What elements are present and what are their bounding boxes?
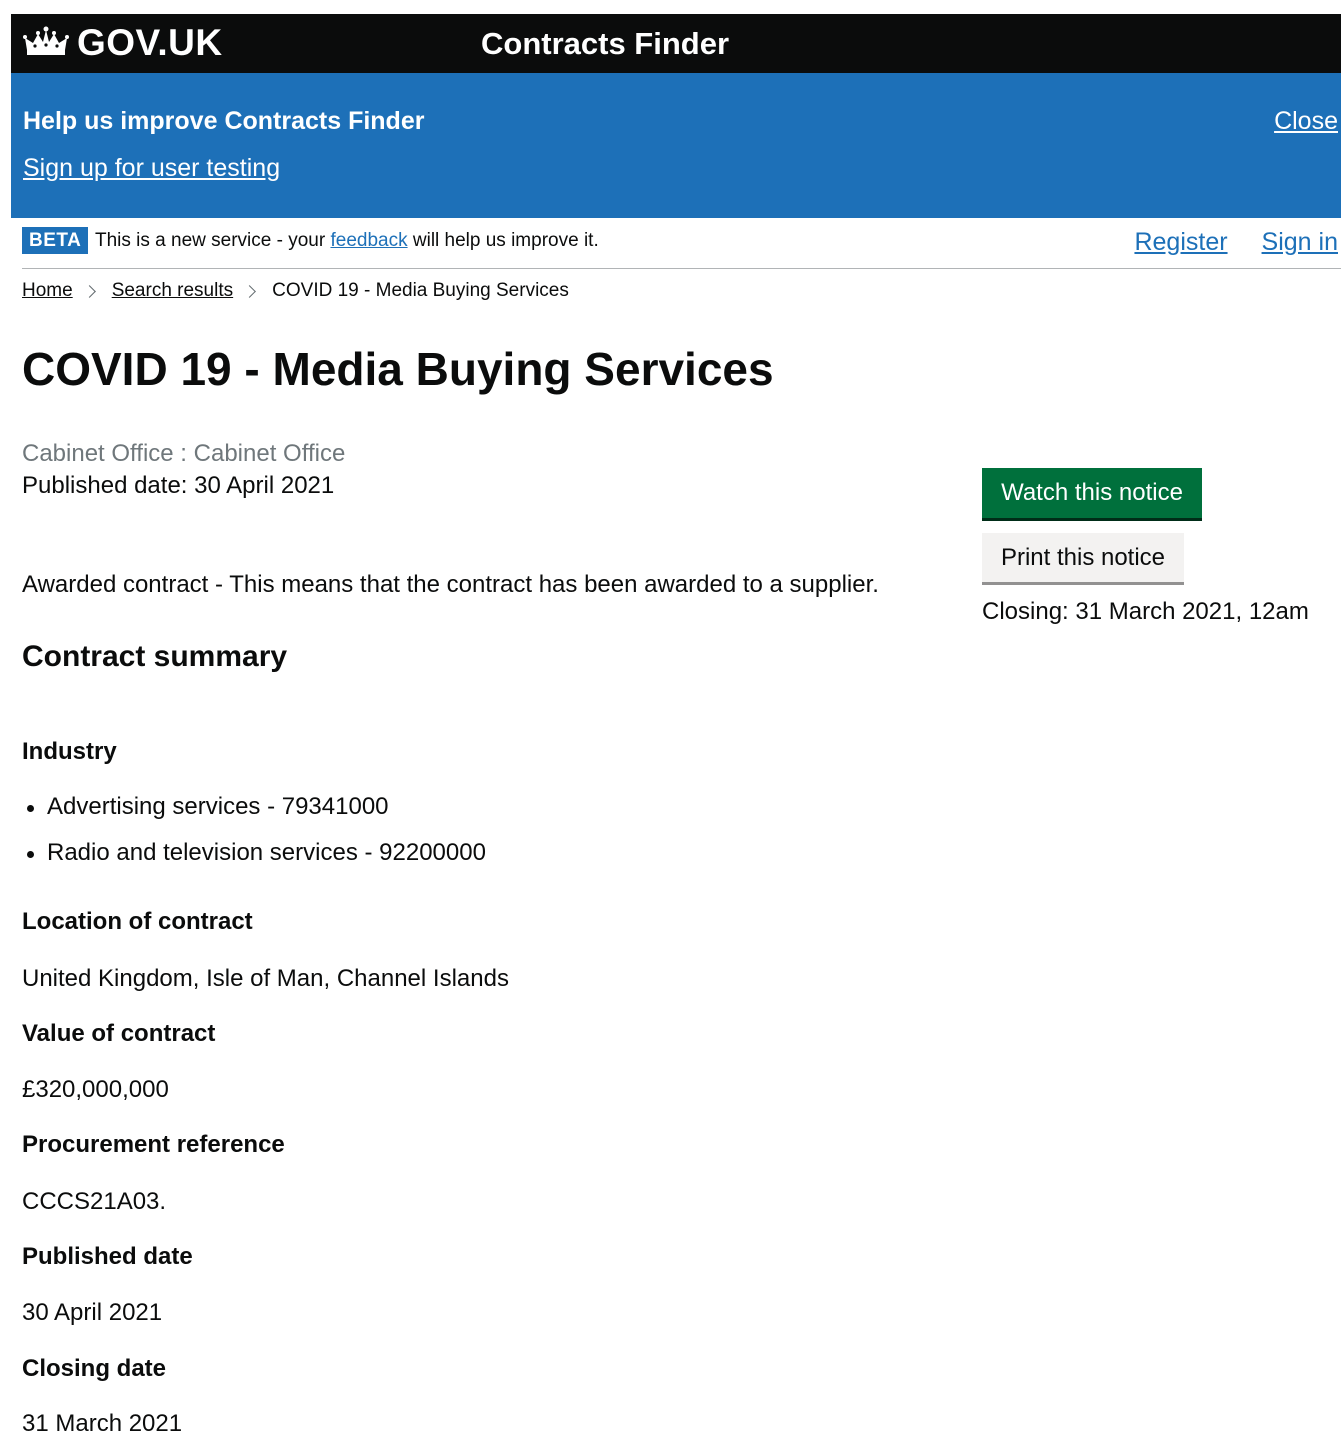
industry-list: Advertising services - 79341000 Radio an…: [22, 793, 486, 885]
closing-info: Closing: 31 March 2021, 12am: [982, 598, 1309, 625]
breadcrumb: Home Search results COVID 19 - Media Buy…: [22, 280, 569, 302]
location-value: United Kingdom, Isle of Man, Channel Isl…: [22, 965, 509, 992]
value-label: Value of contract: [22, 1020, 216, 1047]
beta-tag: BETA: [22, 227, 89, 254]
breadcrumb-current: COVID 19 - Media Buying Services: [272, 280, 569, 301]
list-item: Advertising services - 79341000: [22, 793, 486, 839]
industry-label: Industry: [22, 738, 117, 765]
govuk-home-link[interactable]: GOV.UK: [23, 22, 223, 64]
print-notice-button[interactable]: Print this notice: [982, 533, 1184, 582]
phase-message: This is a new service - your feedback wi…: [95, 230, 599, 252]
breadcrumb-home[interactable]: Home: [22, 280, 73, 302]
phase-text-before: This is a new service - your: [95, 230, 331, 251]
account-links: Register Sign in: [1100, 228, 1338, 257]
contract-value: £320,000,000: [22, 1076, 169, 1103]
sign-up-user-testing-link[interactable]: Sign up for user testing: [23, 154, 280, 183]
reference-value: CCCS21A03.: [22, 1188, 167, 1215]
close-banner-link[interactable]: Close: [1274, 107, 1338, 136]
reference-label: Procurement reference: [22, 1131, 285, 1158]
sign-in-link[interactable]: Sign in: [1262, 228, 1338, 256]
site-header: GOV.UK Contracts Finder: [11, 14, 1341, 73]
published-date: Published date: 30 April 2021: [22, 472, 335, 499]
phase-banner: BETA This is a new service - your feedba…: [22, 218, 1341, 269]
banner-title: Help us improve Contracts Finder: [23, 107, 425, 135]
chevron-right-icon: [82, 284, 96, 298]
list-item: Radio and television services - 92200000: [22, 839, 486, 885]
service-name[interactable]: Contracts Finder: [481, 26, 729, 62]
contract-summary-heading: Contract summary: [22, 640, 288, 673]
user-research-banner: Help us improve Contracts Finder Sign up…: [11, 73, 1341, 218]
closing-date-label: Closing date: [22, 1355, 167, 1382]
feedback-link[interactable]: feedback: [330, 230, 407, 251]
location-label: Location of contract: [22, 908, 253, 935]
govuk-logo-text: GOV.UK: [77, 22, 223, 63]
published-date-value: 30 April 2021: [22, 1299, 163, 1326]
crown-icon: [23, 26, 69, 60]
organisation-name: Cabinet Office : Cabinet Office: [22, 440, 346, 467]
chevron-right-icon: [243, 284, 257, 298]
page-title: COVID 19 - Media Buying Services: [22, 343, 774, 395]
phase-text-after: will help us improve it.: [407, 230, 599, 251]
published-date-label: Published date: [22, 1243, 193, 1270]
watch-notice-button[interactable]: Watch this notice: [982, 468, 1202, 518]
register-link[interactable]: Register: [1134, 228, 1227, 256]
notice-status: Awarded contract - This means that the c…: [22, 571, 879, 598]
breadcrumb-search-results[interactable]: Search results: [112, 280, 233, 302]
